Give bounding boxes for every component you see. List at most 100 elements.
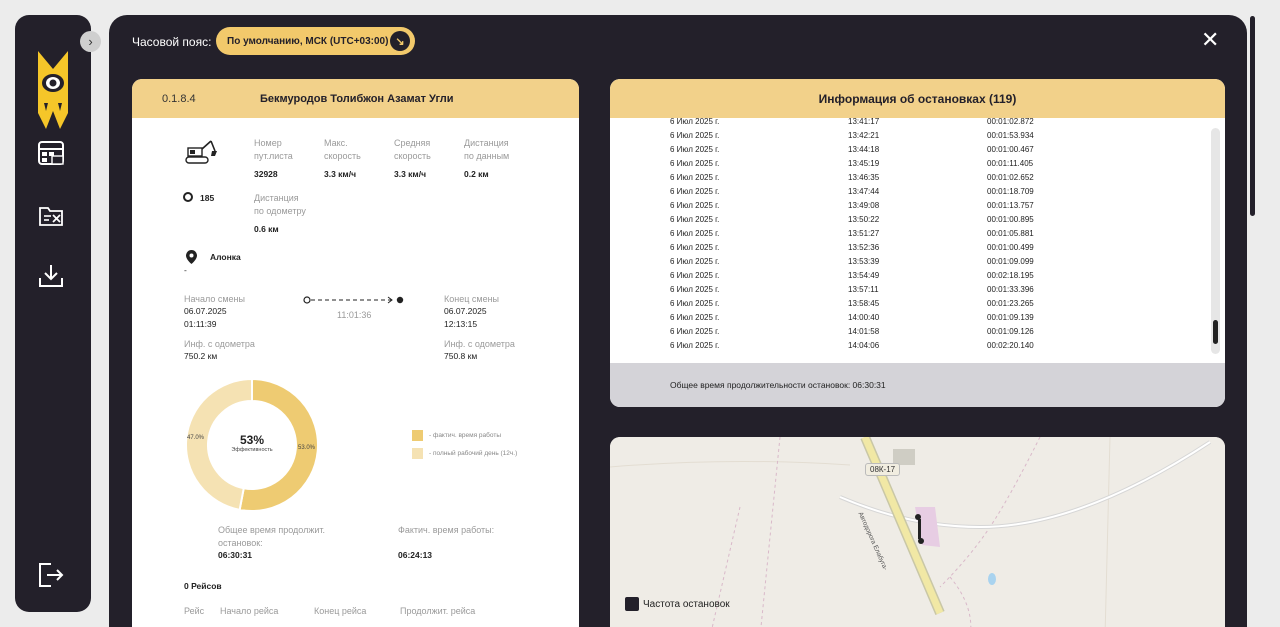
stop-duration: 00:01:09.099 [987,257,1034,266]
legend-full-swatch [412,448,423,459]
stop-date: 6 Июл 2025 г. [670,327,720,336]
shift-timeline [303,296,404,304]
document-cancel-icon[interactable] [37,202,65,230]
main-panel: Часовой пояс: По умолчанию, МСК (UTC+03:… [109,15,1247,627]
stop-row: 6 Июл 2025 г. 14:00:40 00:01:09.139 [610,311,1210,325]
distance-odo-label: Дистанция по одометру [254,193,306,216]
shift-start-label: Начало смены [184,294,245,304]
stop-time: 14:00:40 [848,313,880,322]
shift-duration: 11:01:36 [337,310,372,320]
close-icon[interactable]: ✕ [1201,29,1219,51]
stop-duration: 00:01:11.405 [987,159,1034,168]
trips-count: 0 Рейсов [184,581,222,591]
stop-date: 6 Июл 2025 г. [670,201,720,210]
stop-row: 6 Июл 2025 г. 14:04:06 00:02:20.140 [610,339,1210,353]
stop-duration: 00:01:05.881 [987,229,1034,238]
map-legend: Частота остановок [625,597,730,611]
total-stops-label: Общее время продолжит. остановок: [218,525,325,548]
location-name: Алонка [210,252,241,262]
stops-scroll-thumb[interactable] [1213,320,1218,344]
efficiency-percent: 53% [239,433,265,447]
map-legend-label: Частота остановок [643,598,730,610]
stop-row: 6 Июл 2025 г. 13:41:17 00:01:02.872 [610,118,1210,129]
work-time-label: Фактич. время работы: [398,525,495,535]
odometer-end-value: 750.8 км [444,351,478,361]
stop-time: 14:01:58 [848,327,880,336]
map[interactable]: 08К-17 Автодорога Елабуга- Частота остан… [610,437,1225,627]
timezone-selector[interactable]: По умолчанию, МСК (UTC+03:00) ↘ [216,27,415,55]
stop-duration: 00:02:20.140 [987,341,1034,350]
stop-date: 6 Июл 2025 г. [670,257,720,266]
transport-table-icon[interactable] [37,139,65,167]
stop-time: 13:57:11 [848,285,879,294]
stops-scrollbar[interactable] [1211,128,1220,354]
avg-speed-value: 3.3 км/ч [394,169,427,179]
stop-date: 6 Июл 2025 г. [670,229,720,238]
shift-end-label: Конец смены [444,294,500,304]
max-speed-value: 3.3 км/ч [324,169,357,179]
stop-row: 6 Июл 2025 г. 13:51:27 00:01:05.881 [610,227,1210,241]
stop-time: 13:51:27 [848,229,880,238]
stop-date: 6 Июл 2025 г. [670,243,720,252]
total-stops-value: 06:30:31 [218,550,253,560]
odometer-end-label: Инф. с одометра [444,339,515,349]
shift-end-time: 12:13:15 [444,319,478,329]
stop-row: 6 Июл 2025 г. 13:49:08 00:01:13.757 [610,199,1210,213]
stops-list: 6 Июл 2025 г. 13:41:17 00:01:02.872 6 Июл 2… [610,118,1210,353]
distance-odo-value: 0.6 км [254,224,279,234]
stop-row: 6 Июл 2025 г. 13:44:18 00:01:00.467 [610,143,1210,157]
stop-duration: 00:01:00.467 [987,145,1034,154]
stop-time: 13:44:18 [848,145,880,154]
stop-date: 6 Июл 2025 г. [670,215,720,224]
stop-date: 6 Июл 2025 г. [670,118,720,126]
shift-start-time: 01:11:39 [184,319,217,329]
shift-start-date: 06.07.2025 [184,306,227,316]
arrow-down-right-icon: ↘ [390,31,410,51]
page-scrollbar[interactable] [1250,16,1255,216]
stop-date: 6 Июл 2025 г. [670,285,720,294]
stop-time: 13:54:49 [848,271,880,280]
stop-duration: 00:01:18.709 [987,187,1034,196]
download-icon[interactable] [37,262,65,290]
waybill-label: Номер пут.листа [254,138,293,161]
driver-card: 0.1.8.4 Бекмуродов Толибжон Азамат Угли … [132,79,579,627]
max-speed-label: Макс. скорость [324,138,361,161]
stop-row: 6 Июл 2025 г. 13:57:11 00:01:33.396 [610,283,1210,297]
stop-date: 6 Июл 2025 г. [670,145,720,154]
stop-date: 6 Июл 2025 г. [670,341,720,350]
stop-time: 13:46:35 [848,173,880,182]
stop-row: 6 Июл 2025 г. 13:53:39 00:01:09.099 [610,255,1210,269]
legend-swatch [625,597,639,611]
chevron-right-icon[interactable]: › [80,31,101,52]
vehicle-number: 185 [200,193,215,203]
stop-duration: 00:01:09.126 [987,327,1034,336]
stop-duration: 00:01:53.934 [987,131,1034,140]
stop-time: 13:45:19 [848,159,880,168]
stop-date: 6 Июл 2025 г. [670,173,720,182]
stop-row: 6 Июл 2025 г. 13:42:21 00:01:53.934 [610,129,1210,143]
stops-title: Информация об остановках (119) [610,79,1225,118]
distance-data-value: 0.2 км [464,169,489,179]
slice-full-label: 47.0% [187,435,205,441]
stop-time: 13:42:21 [848,131,880,140]
timezone-value: По умолчанию, МСК (UTC+03:00) [227,35,389,47]
stop-date: 6 Июл 2025 г. [670,299,720,308]
waybill-value: 32928 [254,169,278,179]
stop-row: 6 Июл 2025 г. 13:46:35 00:01:02.652 [610,171,1210,185]
logout-icon[interactable] [37,561,65,589]
stop-duration: 00:01:09.139 [987,313,1034,322]
stop-duration: 00:01:02.872 [987,118,1034,126]
stop-row: 6 Июл 2025 г. 14:01:58 00:01:09.126 [610,325,1210,339]
stops-table[interactable]: 6 Июл 2025 г. 13:41:17 00:01:02.872 6 Июл 2… [610,118,1225,363]
location-sub: - [184,265,187,275]
timezone-label: Часовой пояс: [132,35,212,49]
stop-date: 6 Июл 2025 г. [670,159,720,168]
trips-col-start: Начало рейса [220,606,279,616]
stop-date: 6 Июл 2025 г. [670,271,720,280]
stop-row: 6 Июл 2025 г. 13:47:44 00:01:18.709 [610,185,1210,199]
trips-col-duration: Продолжит. рейса [400,606,476,616]
stop-time: 13:47:44 [848,187,880,196]
stops-card: Информация об остановках (119) 6 Июл 202… [610,79,1225,407]
logo[interactable] [36,49,70,129]
stop-duration: 00:01:23.265 [987,299,1034,308]
